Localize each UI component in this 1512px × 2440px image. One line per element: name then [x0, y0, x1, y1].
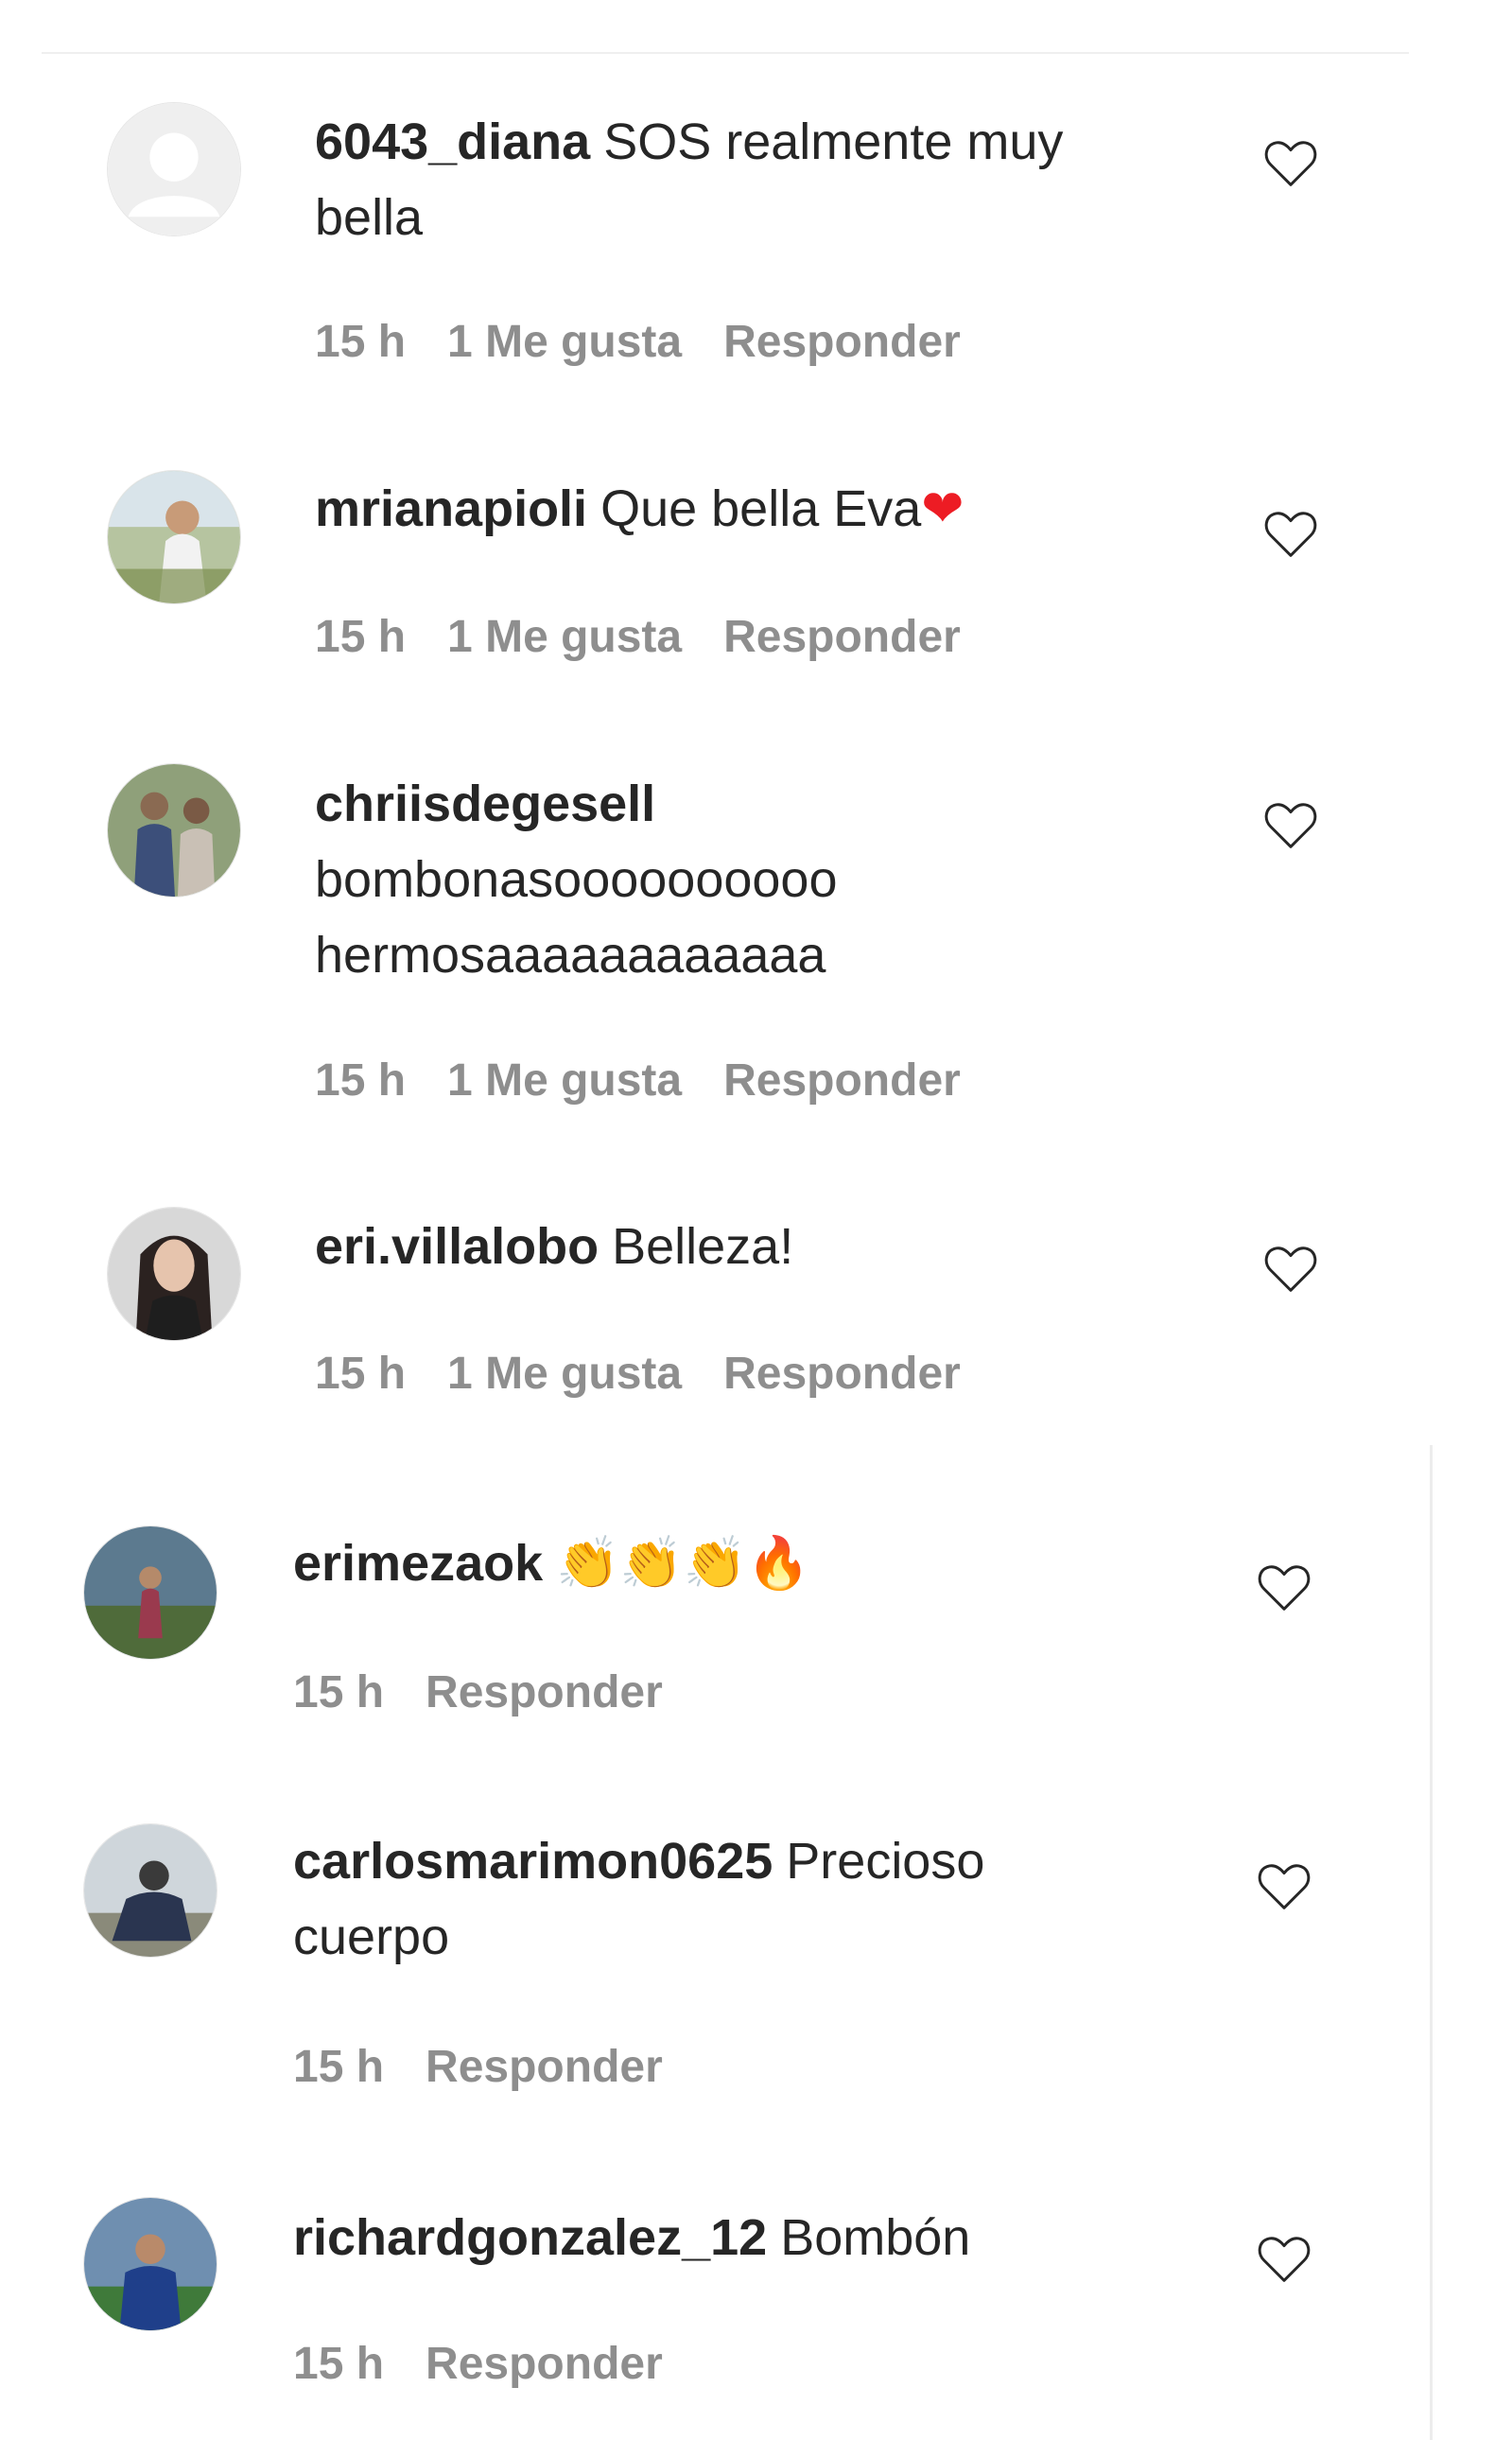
reply-button[interactable]: Responder [426, 1664, 663, 1721]
comment-body: bombonasoooooooooo hermosaaaaaaaaaaaa [315, 851, 838, 984]
likes-count[interactable]: 1 Me gusta [447, 314, 682, 371]
likes-count[interactable]: 1 Me gusta [447, 609, 682, 666]
comment-text: eri.villalobo Belleza! [315, 1209, 1166, 1284]
heart-emoji: ❤ [921, 479, 965, 538]
comment-body: Bombón [780, 2209, 971, 2266]
reply-button[interactable]: Responder [723, 1053, 961, 1109]
username-link[interactable]: eri.villalobo [315, 1218, 599, 1275]
comment-text: 6043_diana SOS realmente muy bella [315, 104, 1166, 255]
timestamp[interactable]: 15 h [315, 1053, 406, 1109]
timestamp[interactable]: 15 h [315, 1346, 406, 1403]
avatar-default[interactable] [107, 102, 241, 236]
username-link[interactable]: richardgonzalez_12 [293, 2209, 767, 2266]
username-link[interactable]: carlosmarimon0625 [293, 1833, 773, 1890]
clap-fire-emoji: 👏👏👏🔥 [556, 1533, 811, 1593]
comment-text: carlosmarimon0625 Precioso cuerpo [293, 1823, 1125, 1975]
avatar-eri-villalobo[interactable] [107, 1207, 241, 1341]
heart-outline-icon[interactable] [1263, 511, 1318, 560]
username-link[interactable]: 6043_diana [315, 113, 590, 170]
heart-outline-icon[interactable] [1257, 1564, 1312, 1613]
timestamp[interactable]: 15 h [293, 1664, 384, 1721]
reply-button[interactable]: Responder [426, 2039, 663, 2096]
timestamp[interactable]: 15 h [315, 609, 406, 666]
comment-meta: 15 h Responder [293, 1664, 704, 1721]
comment-meta: 15 h Responder [293, 2039, 704, 2096]
comment-meta: 15 h 1 Me gusta Responder [315, 314, 1002, 371]
reply-button[interactable]: Responder [723, 314, 961, 371]
heart-outline-icon[interactable] [1257, 1863, 1312, 1912]
heart-outline-icon[interactable] [1263, 1246, 1318, 1295]
reply-button[interactable]: Responder [426, 2336, 663, 2393]
heart-outline-icon[interactable] [1263, 802, 1318, 851]
comment-text: chriisdegesell bombonasoooooooooo hermosa… [315, 766, 1166, 993]
comment-body: Belleza! [612, 1218, 794, 1275]
avatar-richardgonzalez-12[interactable] [83, 2197, 217, 2331]
comment-text: mrianapioli Que bella Eva❤ [315, 471, 1166, 547]
comment-text: erimezaok 👏👏👏🔥 [293, 1525, 1144, 1601]
avatar-chriisdegesell[interactable] [107, 763, 241, 898]
timestamp[interactable]: 15 h [315, 314, 406, 371]
heart-outline-icon[interactable] [1257, 2236, 1312, 2285]
avatar-carlosmarimon0625[interactable] [83, 1823, 217, 1958]
default-avatar-icon [108, 103, 240, 235]
username-link[interactable]: chriisdegesell [315, 776, 655, 832]
comment-body: Que bella Eva [600, 480, 922, 537]
heart-outline-icon[interactable] [1263, 140, 1318, 189]
comment-meta: 15 h 1 Me gusta Responder [315, 1053, 1002, 1109]
likes-count[interactable]: 1 Me gusta [447, 1053, 682, 1109]
username-link[interactable]: erimezaok [293, 1535, 543, 1592]
reply-button[interactable]: Responder [723, 1346, 961, 1403]
top-divider [42, 52, 1409, 54]
avatar-erimezaok[interactable] [83, 1525, 217, 1660]
avatar-mrianapioli[interactable] [107, 470, 241, 604]
comment-meta: 15 h 1 Me gusta Responder [315, 609, 1002, 666]
comment-meta: 15 h Responder [293, 2336, 704, 2393]
timestamp[interactable]: 15 h [293, 2039, 384, 2096]
timestamp[interactable]: 15 h [293, 2336, 384, 2393]
likes-count[interactable]: 1 Me gusta [447, 1346, 682, 1403]
comment-text: richardgonzalez_12 Bombón [293, 2200, 1144, 2275]
comment-meta: 15 h 1 Me gusta Responder [315, 1346, 1002, 1403]
username-link[interactable]: mrianapioli [315, 480, 587, 537]
reply-button[interactable]: Responder [723, 609, 961, 666]
scrollbar-track[interactable] [1430, 1445, 1433, 2440]
